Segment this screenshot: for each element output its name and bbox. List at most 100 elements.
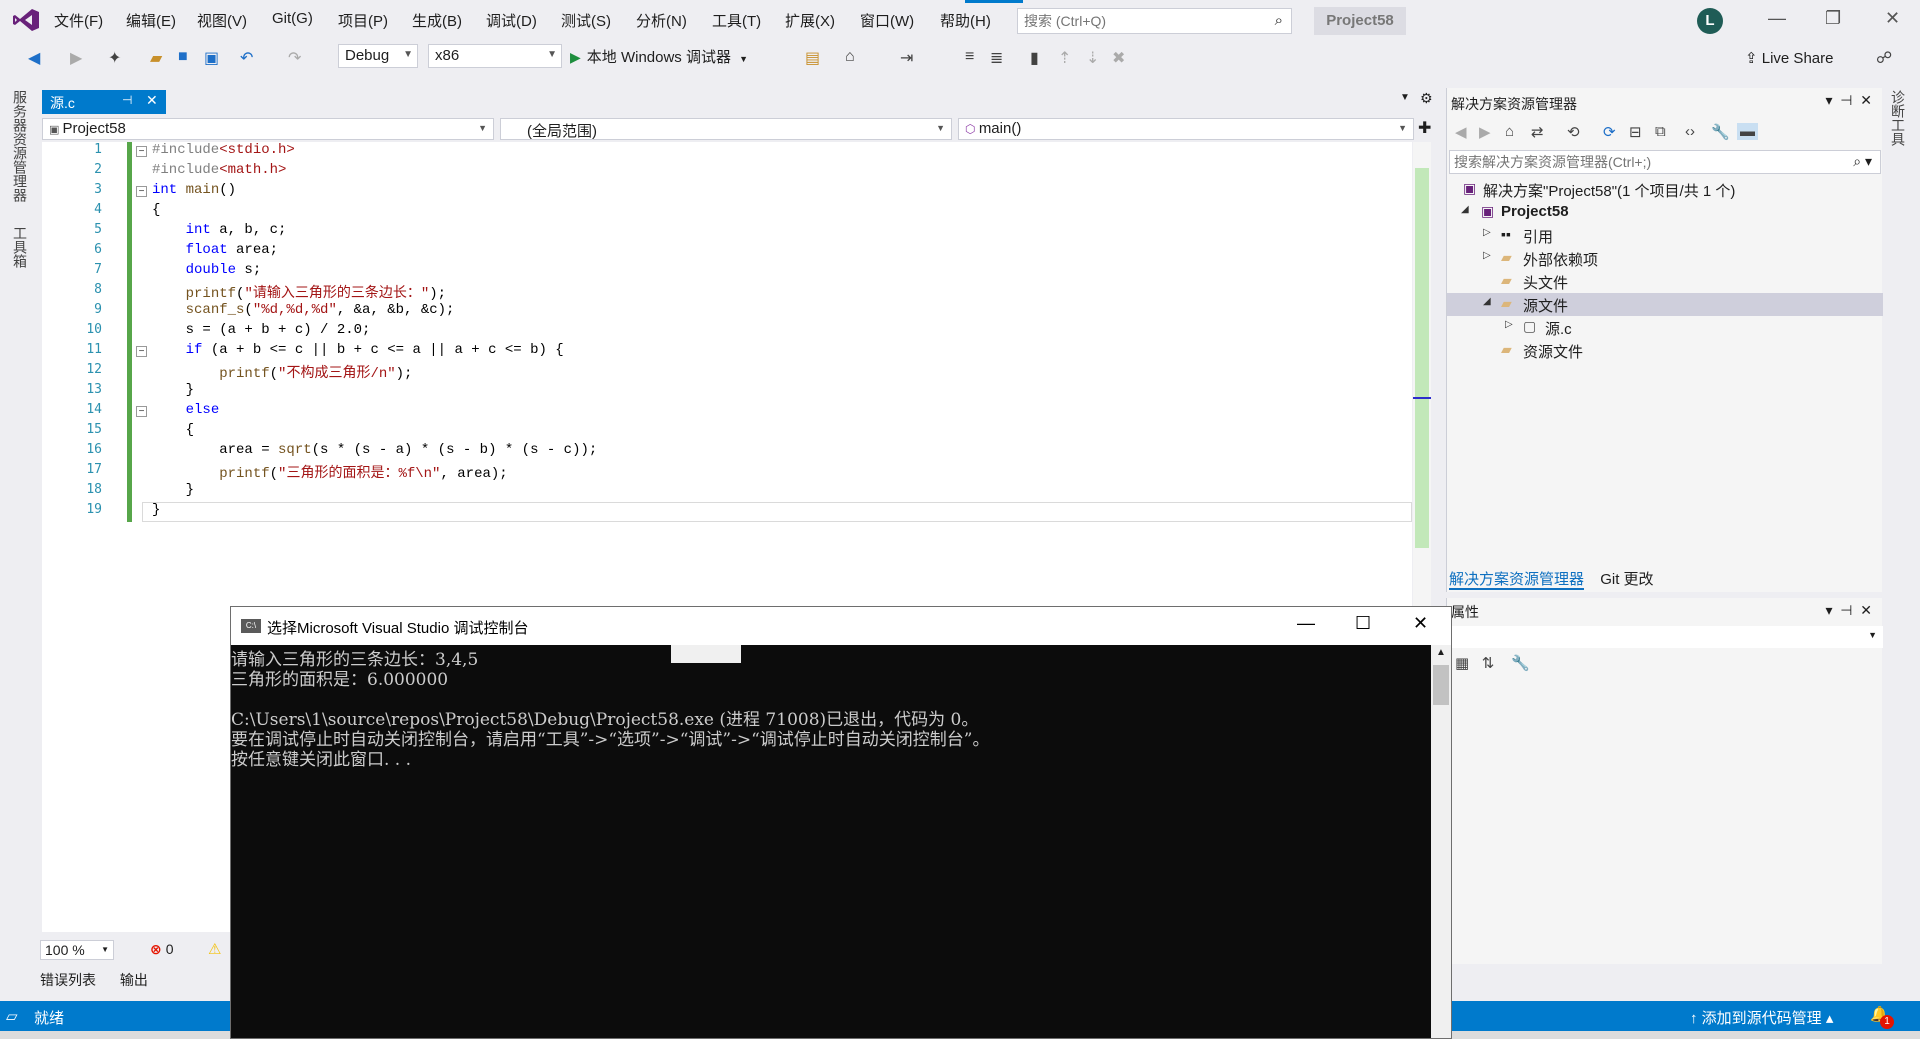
close-icon[interactable]: ✕ — [1885, 8, 1900, 29]
scroll-thumb[interactable] — [1433, 665, 1449, 705]
tab-solution-explorer[interactable]: 解决方案资源管理器 — [1449, 571, 1585, 590]
restore-icon[interactable]: ❐ — [1825, 8, 1841, 29]
platform-select[interactable]: x86 ▼ — [428, 44, 562, 68]
sync-icon[interactable]: ⟳ — [1603, 123, 1616, 141]
menu-view[interactable]: 视图(V) — [197, 10, 247, 31]
alphabetical-icon[interactable]: ⇅ — [1482, 655, 1495, 672]
diagnostic-tools-tab[interactable]: 诊断工具 — [1888, 90, 1908, 146]
menu-file[interactable]: 文件(F) — [54, 10, 103, 31]
menu-tools[interactable]: 工具(T) — [712, 10, 761, 31]
menu-test[interactable]: 测试(S) — [561, 10, 611, 31]
new-project-icon[interactable]: ✦ — [108, 48, 121, 68]
toolbox-icon[interactable]: ⌂ — [845, 48, 855, 66]
expanded-icon[interactable]: ◢ — [1483, 296, 1491, 307]
minimize-icon[interactable]: — — [1297, 613, 1315, 634]
menu-extensions[interactable]: 扩展(X) — [785, 10, 835, 31]
back-icon[interactable]: ◀ — [28, 48, 40, 68]
warning-icon[interactable]: ⚠ — [208, 940, 221, 958]
add-to-source-control-button[interactable]: ↑ 添加到源代码管理 ▴ — [1690, 1007, 1833, 1028]
search-input[interactable] — [1024, 10, 1254, 32]
fold-toggle[interactable]: − — [136, 406, 147, 417]
tree-item-resource-files[interactable]: ▰ 资源文件 — [1447, 339, 1883, 362]
solution-search-box[interactable]: ⌕ ▾ — [1449, 150, 1881, 174]
menu-build[interactable]: 生成(B) — [412, 10, 462, 31]
scope-nav-dropdown[interactable]: (全局范围) ▼ — [500, 118, 952, 140]
fold-toggle[interactable]: − — [136, 146, 147, 157]
tree-item-project[interactable]: ◢ ▣ Project58 — [1447, 201, 1883, 224]
pending-changes-icon[interactable]: ⟲ — [1567, 123, 1580, 141]
tab-git-changes[interactable]: Git 更改 — [1600, 571, 1653, 588]
tree-item-external-deps[interactable]: ▷ ▰ 外部依赖项 — [1447, 247, 1883, 270]
collapse-all-icon[interactable]: ⊟ — [1629, 123, 1642, 141]
zoom-select[interactable]: 100 % ▼ — [40, 940, 114, 960]
close-tab-icon[interactable]: ✕ — [146, 92, 158, 109]
tree-item-solution[interactable]: ▣ 解决方案"Project58"(1 个项目/共 1 个) — [1447, 178, 1883, 201]
switch-views-icon[interactable]: ⇄ — [1531, 123, 1544, 141]
start-debugging-button[interactable]: ▶ 本地 Windows 调试器 ▼ — [570, 46, 748, 67]
tree-item-source-c[interactable]: ▷ ▢ 源.c — [1447, 316, 1883, 339]
collapsed-icon[interactable]: ▷ — [1483, 250, 1491, 261]
live-share-button[interactable]: ⇪ Live Share — [1745, 49, 1833, 67]
feedback-icon[interactable]: ☍ — [1876, 48, 1892, 68]
debug-console-window[interactable]: C:\ 选择Microsoft Visual Studio 调试控制台 — ☐ … — [230, 606, 1452, 1039]
menu-analyze[interactable]: 分析(N) — [636, 10, 687, 31]
tree-item-references[interactable]: ▷ ▪▪ 引用 — [1447, 224, 1883, 247]
project-nav-dropdown[interactable]: ▣ Project58 ▼ — [42, 118, 494, 140]
scroll-up-icon[interactable]: ▲ — [1436, 647, 1446, 658]
menu-edit[interactable]: 编辑(E) — [126, 10, 176, 31]
forward-icon[interactable]: ▶ — [70, 48, 82, 68]
outdent-icon[interactable]: ≣ — [990, 48, 1003, 68]
tab-error-list[interactable]: 错误列表 — [40, 972, 96, 988]
undo-icon[interactable]: ↶ — [240, 48, 253, 68]
tab-list-icon[interactable]: ▼ — [1400, 92, 1410, 103]
properties-icon[interactable]: 🔧 — [1711, 123, 1730, 141]
configuration-select[interactable]: Debug ▼ — [338, 44, 418, 68]
preview-selected-icon[interactable]: ▬ — [1737, 123, 1758, 140]
menu-window[interactable]: 窗口(W) — [860, 10, 914, 31]
console-output[interactable]: 请输入三角形的三条边长：3,4,5 三角形的面积是：6.000000 C:\Us… — [231, 645, 1431, 1038]
tab-source-c[interactable]: 源.c ⊣ ✕ — [42, 90, 166, 114]
toolbox-tab[interactable]: 工具箱 — [10, 226, 30, 268]
fold-toggle[interactable]: − — [136, 186, 147, 197]
indent-icon[interactable]: ≡ — [965, 48, 974, 66]
minimize-icon[interactable]: — — [1768, 8, 1786, 29]
open-folder-icon[interactable]: ▰ — [150, 48, 162, 68]
clear-bookmarks-icon[interactable]: ✖ — [1112, 48, 1125, 68]
maximize-icon[interactable]: ☐ — [1355, 613, 1371, 634]
panel-controls[interactable]: ▾ ⊣ ✕ — [1825, 602, 1872, 619]
collapsed-icon[interactable]: ▷ — [1505, 319, 1513, 330]
save-icon[interactable]: ■ — [178, 48, 188, 66]
bookmark-icon[interactable]: ▮ — [1030, 48, 1039, 68]
step-icon[interactable]: ⇥ — [900, 48, 913, 68]
fold-toggle[interactable]: − — [136, 346, 147, 357]
menu-project[interactable]: 项目(P) — [338, 10, 388, 31]
split-editor-icon[interactable]: ✚ — [1418, 118, 1431, 138]
console-scrollbar[interactable]: ▲ — [1431, 645, 1451, 1038]
close-icon[interactable]: ✕ — [1413, 613, 1428, 634]
back-icon[interactable]: ◀ — [1455, 123, 1467, 141]
view-code-icon[interactable]: ‹› — [1685, 123, 1695, 140]
home-icon[interactable]: ⌂ — [1505, 123, 1514, 140]
show-all-files-icon[interactable]: ⧉ — [1655, 123, 1666, 140]
expanded-icon[interactable]: ◢ — [1461, 204, 1469, 215]
tree-item-source-files[interactable]: ◢ ▰ 源文件 — [1447, 293, 1883, 316]
server-explorer-tab[interactable]: 服务器资源管理器 — [10, 90, 30, 202]
tree-item-header-files[interactable]: ▰ 头文件 — [1447, 270, 1883, 293]
find-in-files-icon[interactable]: ▤ — [805, 48, 820, 68]
error-indicator[interactable]: ⊗ 0 — [150, 941, 174, 958]
menu-git[interactable]: Git(G) — [272, 10, 313, 27]
avatar[interactable]: L — [1697, 8, 1723, 34]
menu-debug[interactable]: 调试(D) — [486, 10, 537, 31]
next-bookmark-icon[interactable]: ⇣ — [1086, 48, 1099, 68]
tab-output[interactable]: 输出 — [120, 972, 148, 988]
redo-icon[interactable]: ↷ — [288, 48, 301, 68]
properties-object-select[interactable]: ▼ — [1447, 626, 1883, 648]
collapsed-icon[interactable]: ▷ — [1483, 227, 1491, 238]
forward-icon[interactable]: ▶ — [1479, 123, 1491, 141]
pin-icon[interactable]: ⊣ — [122, 93, 132, 107]
save-all-icon[interactable]: ▣ — [204, 48, 219, 68]
solution-search-input[interactable] — [1454, 152, 1834, 172]
console-titlebar[interactable]: C:\ 选择Microsoft Visual Studio 调试控制台 — ☐ … — [231, 607, 1451, 645]
prev-bookmark-icon[interactable]: ⇡ — [1058, 48, 1071, 68]
settings-icon[interactable]: ⚙ — [1420, 90, 1433, 107]
